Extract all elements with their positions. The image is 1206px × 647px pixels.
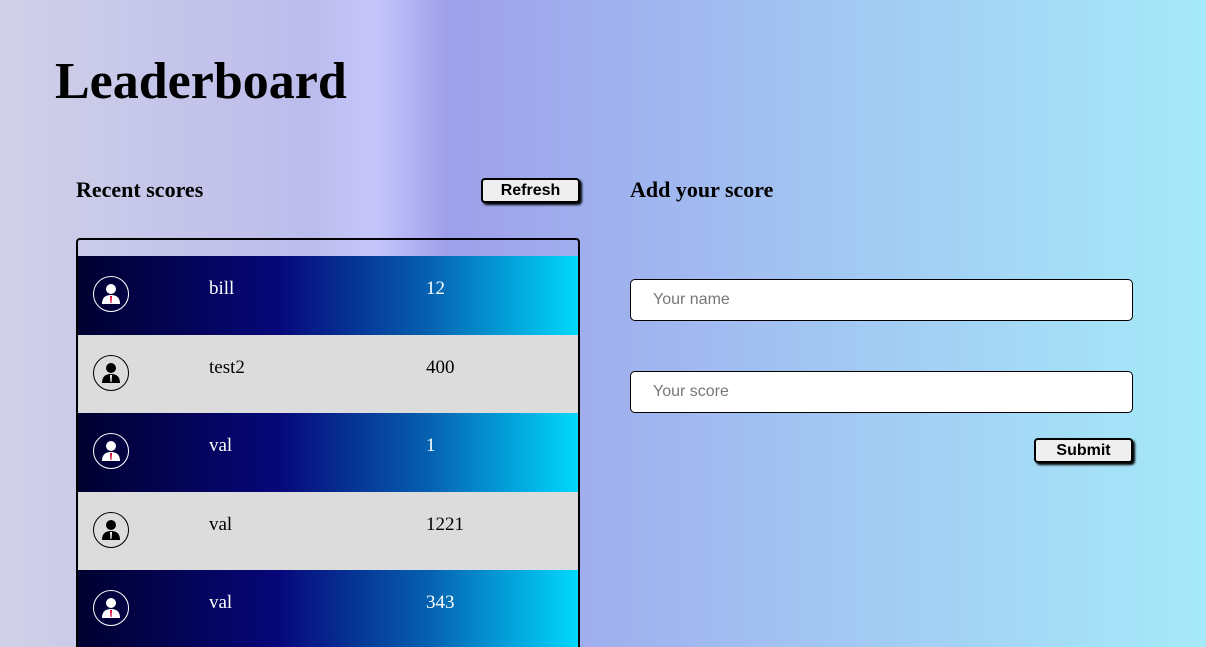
player-score: 343 — [426, 592, 455, 613]
page-title: Leaderboard — [55, 53, 347, 110]
user-avatar-icon — [93, 590, 129, 626]
player-score: 12 — [426, 278, 445, 299]
recent-scores-heading: Recent scores — [76, 177, 204, 202]
refresh-button[interactable]: Refresh — [481, 178, 580, 203]
score-row: bill 12 — [78, 256, 578, 335]
player-score: 400 — [426, 356, 455, 378]
score-row: test2 400 — [78, 334, 578, 413]
user-avatar-icon — [93, 354, 129, 391]
name-input[interactable] — [630, 279, 1133, 321]
player-name: test2 — [209, 356, 245, 378]
score-row: val 1 — [78, 413, 578, 492]
add-score-heading: Add your score — [630, 177, 774, 202]
submit-button[interactable]: Submit — [1034, 438, 1133, 463]
user-avatar-icon — [93, 433, 129, 469]
player-name: val — [209, 513, 233, 535]
player-name: val — [209, 592, 233, 613]
player-name: val — [209, 435, 233, 456]
user-avatar-icon — [93, 511, 129, 548]
score-row: val 1221 — [78, 491, 578, 570]
player-name: bill — [209, 278, 235, 299]
player-score: 1221 — [426, 513, 464, 535]
user-avatar-icon — [93, 276, 129, 312]
scores-list: bill 12 test2 400 val 1 val 1221 val 343 — [76, 238, 580, 647]
player-score: 1 — [426, 435, 436, 456]
score-row: val 343 — [78, 570, 578, 647]
score-input[interactable] — [630, 371, 1133, 413]
